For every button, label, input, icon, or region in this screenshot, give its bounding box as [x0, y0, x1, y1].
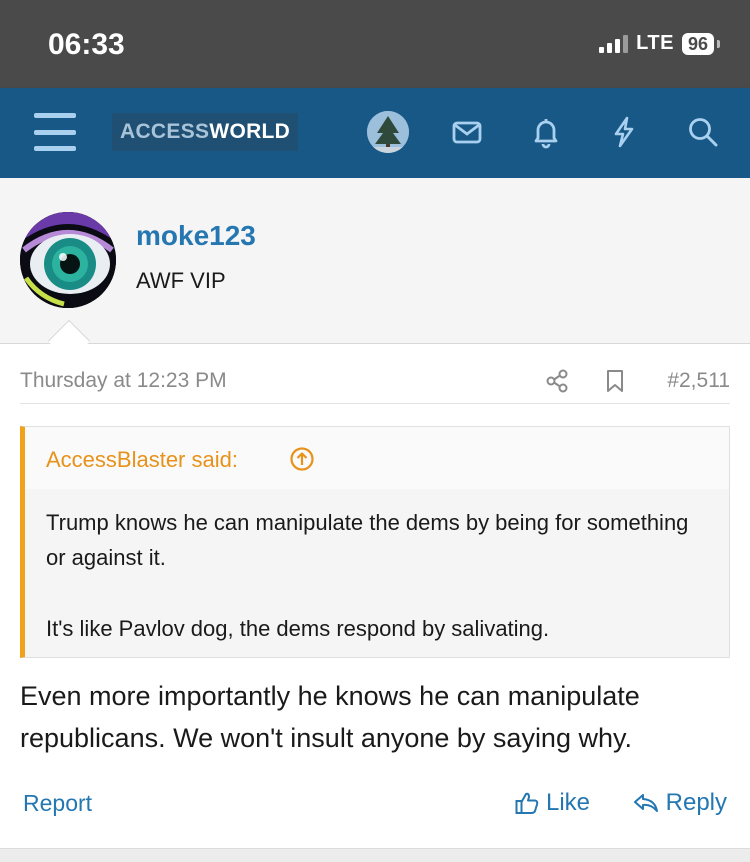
share-icon[interactable] — [544, 368, 570, 394]
thumbs-up-icon — [515, 792, 539, 814]
post-user-block: moke123 AWF VIP — [0, 178, 750, 344]
post-date[interactable]: Thursday at 12:23 PM — [20, 369, 227, 393]
quote-content: Trump knows he can manipulate the dems b… — [46, 505, 706, 646]
user-avatar[interactable] — [20, 212, 116, 308]
bell-icon[interactable] — [529, 115, 563, 149]
quote-paragraph: It's like Pavlov dog, the dems respond b… — [46, 616, 550, 641]
search-icon[interactable] — [686, 115, 720, 149]
network-label: LTE — [636, 32, 674, 54]
top-navbar: ACCESS WORLD — [0, 88, 750, 178]
bookmark-icon[interactable] — [604, 368, 626, 394]
mail-icon[interactable] — [450, 115, 484, 149]
post-number[interactable]: #2,511 — [667, 369, 730, 393]
like-label: Like — [546, 789, 591, 816]
logo-text-access: ACCESS — [120, 120, 210, 143]
account-avatar[interactable] — [367, 111, 409, 153]
post-meta: Thursday at 12:23 PM #2,511 — [20, 358, 730, 404]
report-link[interactable]: Report — [23, 790, 92, 817]
like-button[interactable]: Like — [514, 789, 590, 817]
quote-author[interactable]: AccessBlaster said: — [46, 447, 238, 473]
quote-header: AccessBlaster said: — [25, 427, 729, 489]
status-time: 06:33 — [48, 28, 125, 61]
quote-block: AccessBlaster said: Trump knows he can m… — [20, 426, 730, 658]
post-actions: Report Like Reply — [20, 786, 730, 826]
reply-icon — [633, 794, 658, 812]
next-post-divider — [0, 848, 750, 862]
reply-button[interactable]: Reply — [632, 789, 727, 817]
battery-icon: 96 — [681, 32, 721, 55]
status-bar: 06:33 LTE 96 — [0, 0, 750, 88]
bolt-icon[interactable] — [607, 115, 641, 149]
user-title: AWF VIP — [136, 268, 226, 293]
quote-paragraph: Trump knows he can manipulate the dems b… — [46, 510, 689, 570]
status-indicators: LTE 96 — [599, 32, 721, 55]
reply-label: Reply — [665, 789, 727, 816]
signal-icon — [599, 34, 629, 53]
username-link[interactable]: moke123 — [136, 220, 256, 252]
menu-icon[interactable] — [34, 113, 76, 151]
site-logo[interactable]: ACCESS WORLD — [112, 113, 299, 151]
arrow-up-circle-icon[interactable] — [289, 446, 315, 472]
post-message: Even more importantly he knows he can ma… — [20, 681, 640, 753]
logo-text-world: WORLD — [209, 120, 291, 143]
